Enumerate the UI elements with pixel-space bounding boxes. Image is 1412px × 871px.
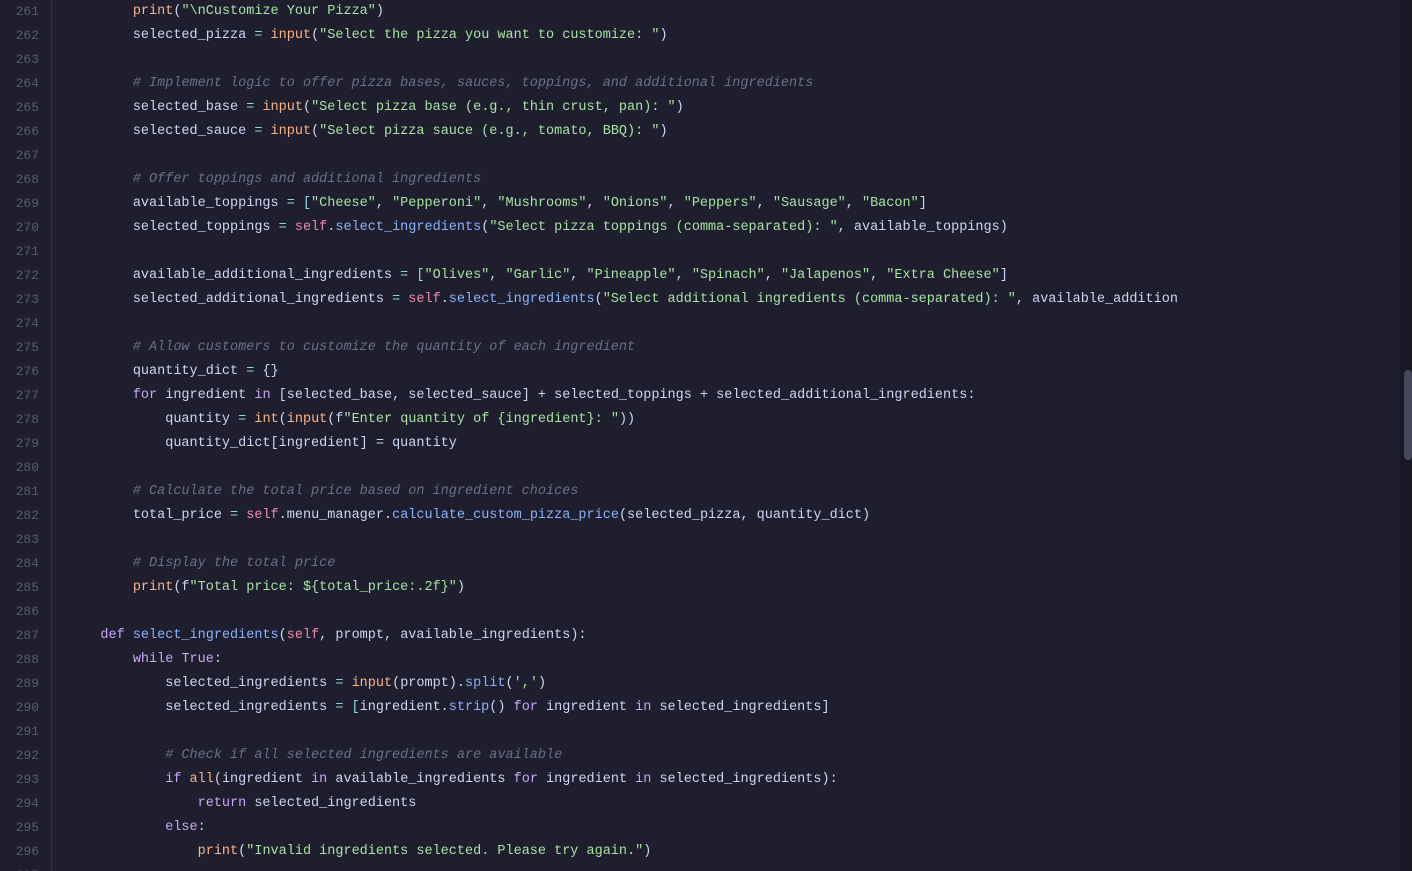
line-number: 263 xyxy=(8,48,39,72)
line-number: 273 xyxy=(8,288,39,312)
line-number: 284 xyxy=(8,552,39,576)
line-number: 283 xyxy=(8,528,39,552)
line-number: 269 xyxy=(8,192,39,216)
code-editor: 2612622632642652662672682692702712722732… xyxy=(0,0,1412,871)
code-line: quantity_dict = {} xyxy=(68,360,1412,384)
code-line xyxy=(68,456,1412,480)
line-number: 289 xyxy=(8,672,39,696)
line-number: 280 xyxy=(8,456,39,480)
code-line: print(f"Total price: ${total_price:.2f}"… xyxy=(68,576,1412,600)
line-number: 291 xyxy=(8,720,39,744)
scrollbar-thumb[interactable] xyxy=(1404,370,1412,460)
code-line: # Check if all selected ingredients are … xyxy=(68,744,1412,768)
line-number: 265 xyxy=(8,96,39,120)
line-number: 264 xyxy=(8,72,39,96)
line-number: 281 xyxy=(8,480,39,504)
line-number: 282 xyxy=(8,504,39,528)
code-line xyxy=(68,864,1412,871)
scrollbar-track[interactable] xyxy=(1400,0,1412,871)
line-number: 278 xyxy=(8,408,39,432)
code-line: def select_ingredients(self, prompt, ava… xyxy=(68,624,1412,648)
line-number: 292 xyxy=(8,744,39,768)
code-line xyxy=(68,48,1412,72)
code-line: # Offer toppings and additional ingredie… xyxy=(68,168,1412,192)
code-line xyxy=(68,528,1412,552)
line-number: 296 xyxy=(8,840,39,864)
code-line: while True: xyxy=(68,648,1412,672)
code-line: return selected_ingredients xyxy=(68,792,1412,816)
code-line: selected_sauce = input("Select pizza sau… xyxy=(68,120,1412,144)
code-line: selected_ingredients = input(prompt).spl… xyxy=(68,672,1412,696)
line-number: 261 xyxy=(8,0,39,24)
line-number: 285 xyxy=(8,576,39,600)
line-number: 268 xyxy=(8,168,39,192)
line-number: 274 xyxy=(8,312,39,336)
code-line xyxy=(68,144,1412,168)
line-number: 262 xyxy=(8,24,39,48)
code-line: # Allow customers to customize the quant… xyxy=(68,336,1412,360)
line-number: 286 xyxy=(8,600,39,624)
code-line xyxy=(68,720,1412,744)
line-number: 288 xyxy=(8,648,39,672)
code-line: print("Invalid ingredients selected. Ple… xyxy=(68,840,1412,864)
line-number: 272 xyxy=(8,264,39,288)
code-line: selected_ingredients = [ingredient.strip… xyxy=(68,696,1412,720)
line-number: 266 xyxy=(8,120,39,144)
code-line: for ingredient in [selected_base, select… xyxy=(68,384,1412,408)
code-line: available_toppings = ["Cheese", "Peppero… xyxy=(68,192,1412,216)
line-number: 290 xyxy=(8,696,39,720)
code-line: selected_toppings = self.select_ingredie… xyxy=(68,216,1412,240)
line-number: 277 xyxy=(8,384,39,408)
line-number: 271 xyxy=(8,240,39,264)
line-number: 267 xyxy=(8,144,39,168)
code-line: # Display the total price xyxy=(68,552,1412,576)
code-area[interactable]: print("\nCustomize Your Pizza") selected… xyxy=(52,0,1412,871)
line-number: 279 xyxy=(8,432,39,456)
code-line: # Implement logic to offer pizza bases, … xyxy=(68,72,1412,96)
code-line: quantity_dict[ingredient] = quantity xyxy=(68,432,1412,456)
code-line: quantity = int(input(f"Enter quantity of… xyxy=(68,408,1412,432)
code-line: selected_base = input("Select pizza base… xyxy=(68,96,1412,120)
code-line xyxy=(68,240,1412,264)
line-number: 297 xyxy=(8,864,39,871)
code-line: selected_pizza = input("Select the pizza… xyxy=(68,24,1412,48)
code-line xyxy=(68,600,1412,624)
code-line: print("\nCustomize Your Pizza") xyxy=(68,0,1412,24)
code-line: else: xyxy=(68,816,1412,840)
line-number: 276 xyxy=(8,360,39,384)
code-line: available_additional_ingredients = ["Oli… xyxy=(68,264,1412,288)
code-line: # Calculate the total price based on ing… xyxy=(68,480,1412,504)
line-number: 293 xyxy=(8,768,39,792)
code-line: total_price = self.menu_manager.calculat… xyxy=(68,504,1412,528)
line-number: 295 xyxy=(8,816,39,840)
line-numbers: 2612622632642652662672682692702712722732… xyxy=(0,0,52,871)
line-number: 287 xyxy=(8,624,39,648)
line-number: 270 xyxy=(8,216,39,240)
code-line xyxy=(68,312,1412,336)
code-line: if all(ingredient in available_ingredien… xyxy=(68,768,1412,792)
line-number: 275 xyxy=(8,336,39,360)
line-number: 294 xyxy=(8,792,39,816)
code-line: selected_additional_ingredients = self.s… xyxy=(68,288,1412,312)
